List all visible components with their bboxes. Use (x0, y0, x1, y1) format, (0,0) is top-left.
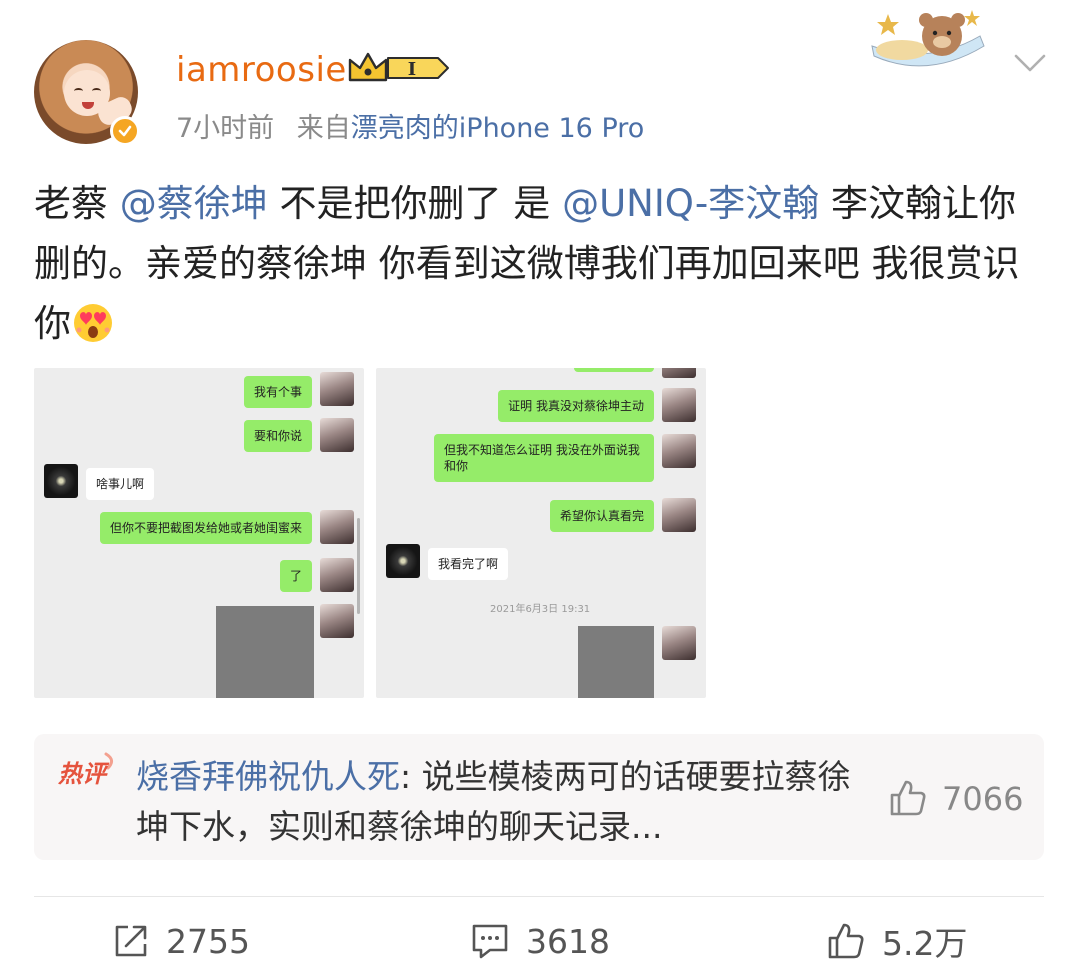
chat-avatar-self (320, 604, 354, 638)
avatar-eye-right (92, 88, 101, 94)
hot-comment-text: 烧香拜佛祝仇人死: 说些模棱两可的话硬要拉蔡徐坤下水，实则和蔡徐坤的聊天记录..… (136, 752, 856, 852)
hot-comment-tag-text: 热评 (57, 760, 110, 788)
chat-avatar-self (662, 368, 696, 378)
chat-bubble-sent: 希望你认真看完 (549, 500, 654, 532)
avatar-eye-left (74, 88, 83, 94)
chat-screenshot-left[interactable]: 我有个事 要和你说 啥事儿啊 但你不要把截图发给她或者她闺蜜来 了 (34, 368, 364, 698)
comment-button[interactable]: 3618 (470, 916, 610, 966)
chat-image-placeholder (578, 626, 654, 698)
level-badge-text: I (408, 59, 416, 80)
hot-comment-author[interactable]: 烧香拜佛祝仇人死 (136, 757, 400, 796)
thumbs-up-icon[interactable] (888, 778, 928, 818)
chat-timestamp: 2021年6月3日 19:31 (490, 604, 591, 615)
chat-bubble-received: 我看完了啊 (428, 548, 509, 580)
chat-bubble-sent: 了 (279, 560, 312, 592)
chat-bubble-cut (574, 368, 654, 372)
chat-avatar-self (320, 418, 354, 452)
repost-icon (115, 925, 147, 957)
post-text-part: 老蔡 (34, 182, 120, 225)
like-count: 5.2万 (882, 924, 968, 963)
chat-screenshot-right[interactable]: 证明 我真没对蔡徐坤主动 但我不知道怎么证明 我没在外面说我和你 希望你认真看完… (376, 368, 706, 698)
chat-bubble-sent: 但你不要把截图发给她或者她闺蜜来 (99, 512, 312, 544)
username[interactable]: iamroosie (176, 50, 347, 90)
divider (34, 896, 1044, 897)
chat-avatar-self (662, 388, 696, 422)
chevron-down-icon[interactable] (1012, 48, 1048, 78)
post-text-part: 不是把你删了 是 (267, 182, 563, 225)
chat-avatar-self (662, 498, 696, 532)
repost-button[interactable]: 2755 (112, 916, 250, 966)
chat-avatar-self (320, 558, 354, 592)
chat-bubble-sent: 要和你说 (243, 420, 312, 452)
verified-badge-icon (110, 116, 140, 146)
mention-link-caixukun[interactable]: @蔡徐坤 (120, 182, 268, 225)
post-time: 7小时前 (176, 113, 275, 144)
heart-eyes-emoji-icon (74, 304, 112, 342)
comment-icon (472, 924, 508, 959)
crown-level-icon[interactable]: I (346, 50, 450, 86)
chat-bubble-received: 啥事儿啊 (86, 468, 155, 500)
source-device-link[interactable]: 漂亮肉的iPhone 16 Pro (351, 113, 645, 144)
chat-image-placeholder (216, 606, 314, 698)
repost-count: 2755 (166, 921, 250, 961)
post-meta: 7小时前 来自漂亮肉的iPhone 16 Pro (176, 106, 644, 145)
comment-count: 3618 (526, 921, 610, 961)
chat-avatar-self (662, 434, 696, 468)
post-text: 老蔡 @蔡徐坤 不是把你删了 是 @UNIQ-李汶翰 李汶翰让你删的。亲爱的蔡徐… (34, 174, 1050, 354)
bear-sticker-icon[interactable] (868, 6, 988, 76)
chat-avatar-other (44, 464, 78, 498)
chat-avatar-self (320, 510, 354, 544)
hot-comment-tag: 热评 (57, 752, 113, 788)
chat-scrollbar (357, 518, 360, 614)
chat-bubble-sent: 证明 我真没对蔡徐坤主动 (498, 390, 654, 422)
hot-comment-like-count: 7066 (942, 780, 1024, 818)
like-button[interactable]: 5.2万 (826, 916, 967, 966)
chat-bubble-sent: 我有个事 (243, 376, 312, 408)
source-prefix: 来自 (296, 113, 351, 144)
chat-avatar-self (320, 372, 354, 406)
chat-avatar-self (662, 626, 696, 660)
mention-link-uniq-liwenhan[interactable]: @UNIQ-李汶翰 (562, 182, 819, 225)
like-icon (828, 923, 864, 959)
chat-bubble-sent: 但我不知道怎么证明 我没在外面说我和你 (434, 434, 654, 482)
chat-avatar-other (386, 544, 420, 578)
